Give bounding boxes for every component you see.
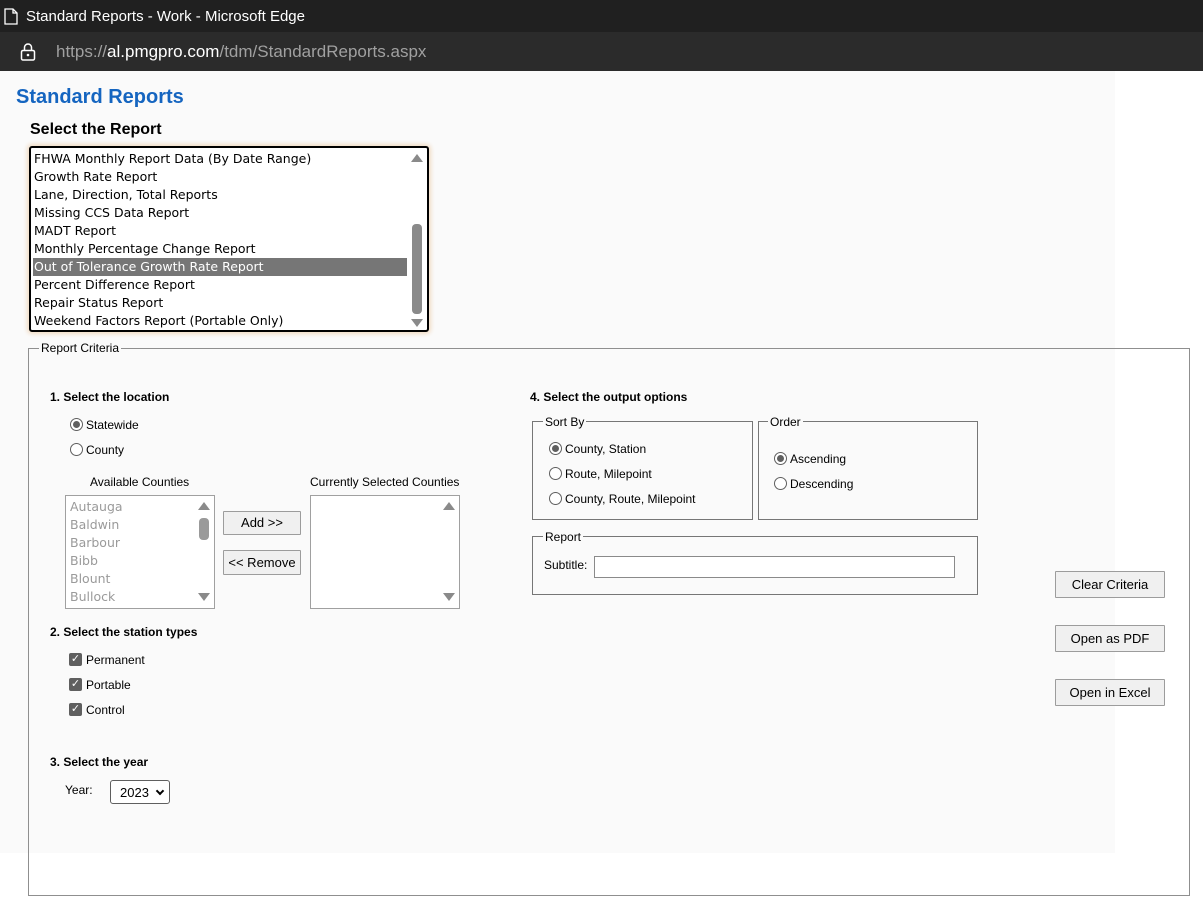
report-option[interactable]: FHWA Monthly Report Data (By Date Range) — [33, 150, 407, 168]
county-option[interactable]: Bullock — [70, 588, 115, 606]
remove-county-button[interactable]: << Remove — [223, 550, 301, 575]
select-report-label: Select the Report — [30, 121, 162, 138]
scroll-up-arrow-icon[interactable] — [198, 502, 210, 510]
selected-counties-label: Currently Selected Counties — [310, 475, 460, 489]
report-option[interactable]: Repair Status Report — [33, 294, 407, 312]
subtitle-input[interactable] — [594, 556, 955, 578]
report-option[interactable]: Out of Tolerance Growth Rate Report — [33, 258, 407, 276]
report-legend: Report — [543, 530, 584, 544]
report-option[interactable]: Growth Rate Report — [33, 168, 407, 186]
statewide-radio[interactable] — [70, 418, 83, 431]
sort-route-milepoint-radio[interactable] — [549, 467, 562, 480]
document-icon — [4, 7, 18, 25]
permanent-checkbox[interactable]: ✓ — [69, 653, 82, 666]
control-checkbox[interactable]: ✓ — [69, 703, 82, 716]
year-select[interactable]: 2023 — [110, 780, 170, 804]
report-listbox[interactable]: FHWA Monthly Report Data (By Date Range)… — [29, 146, 429, 332]
subtitle-label: Subtitle: — [544, 558, 588, 572]
county-label: County — [86, 443, 125, 457]
year-step-label: 3. Select the year — [50, 755, 149, 769]
year-select-value: 2023 — [120, 784, 149, 800]
url-path: /tdm/StandardReports.aspx — [219, 41, 427, 61]
sort-county-station-radio[interactable] — [549, 442, 562, 455]
url-host: al.pmgpro.com — [107, 41, 220, 61]
ascending-radio[interactable] — [774, 452, 787, 465]
available-counties-scrollbar[interactable] — [198, 500, 212, 604]
scroll-down-arrow-icon[interactable] — [198, 593, 210, 601]
year-label: Year: — [65, 783, 93, 797]
order-legend: Order — [768, 415, 803, 429]
report-option[interactable]: Weekend Factors Report (Portable Only) — [33, 312, 407, 330]
county-option[interactable]: Barbour — [70, 534, 120, 552]
county-option[interactable]: Bibb — [70, 552, 98, 570]
open-excel-button[interactable]: Open in Excel — [1055, 679, 1165, 706]
county-option[interactable]: Autauga — [70, 498, 123, 516]
lock-icon[interactable] — [20, 42, 36, 61]
output-step-label: 4. Select the output options — [530, 390, 688, 404]
window-titlebar: Standard Reports - Work - Microsoft Edge — [0, 0, 1203, 32]
control-label: Control — [86, 703, 125, 717]
address-bar[interactable]: https://al.pmgpro.com/tdm/StandardReport… — [0, 32, 1203, 71]
open-pdf-button[interactable]: Open as PDF — [1055, 625, 1165, 652]
report-option[interactable]: Lane, Direction, Total Reports — [33, 186, 407, 204]
county-option[interactable]: Blount — [70, 570, 110, 588]
location-step-label: 1. Select the location — [50, 390, 170, 404]
url-text[interactable]: https://al.pmgpro.com/tdm/StandardReport… — [56, 42, 426, 62]
county-option[interactable]: Baldwin — [70, 516, 119, 534]
station-types-step-label: 2. Select the station types — [50, 625, 198, 639]
portable-checkbox[interactable]: ✓ — [69, 678, 82, 691]
report-option[interactable]: Percent Difference Report — [33, 276, 407, 294]
report-criteria-legend: Report Criteria — [39, 341, 122, 355]
report-list-scrollbar[interactable] — [411, 152, 425, 328]
url-scheme: https:// — [56, 41, 108, 61]
chevron-down-icon — [155, 786, 165, 796]
scroll-thumb[interactable] — [199, 518, 209, 540]
scroll-down-arrow-icon[interactable] — [443, 593, 455, 601]
order-fieldset — [758, 421, 978, 520]
sort-county-route-milepoint-radio[interactable] — [549, 492, 562, 505]
sort-route-milepoint-label: Route, Milepoint — [565, 467, 652, 481]
ascending-label: Ascending — [790, 452, 847, 466]
sort-county-route-milepoint-label: County, Route, Milepoint — [565, 492, 696, 506]
scroll-thumb[interactable] — [412, 224, 422, 314]
page-title: Standard Reports — [16, 86, 184, 108]
window-title: Standard Reports - Work - Microsoft Edge — [26, 7, 305, 25]
sort-county-station-label: County, Station — [565, 442, 647, 456]
available-counties-listbox[interactable]: Autauga Baldwin Barbour Bibb Blount Bullock — [65, 495, 215, 609]
portable-label: Portable — [86, 678, 131, 692]
scroll-up-arrow-icon[interactable] — [411, 154, 423, 162]
add-county-button[interactable]: Add >> — [223, 511, 301, 535]
report-option[interactable]: Missing CCS Data Report — [33, 204, 407, 222]
available-counties-label: Available Counties — [90, 475, 190, 489]
scroll-up-arrow-icon[interactable] — [443, 502, 455, 510]
sort-by-legend: Sort By — [543, 415, 587, 429]
selected-counties-listbox[interactable] — [310, 495, 460, 609]
permanent-label: Permanent — [86, 653, 145, 667]
statewide-label: Statewide — [86, 418, 139, 432]
descending-label: Descending — [790, 477, 854, 491]
report-option[interactable]: Monthly Percentage Change Report — [33, 240, 407, 258]
descending-radio[interactable] — [774, 477, 787, 490]
county-radio[interactable] — [70, 443, 83, 456]
report-option[interactable]: MADT Report — [33, 222, 407, 240]
scroll-down-arrow-icon[interactable] — [411, 319, 423, 327]
selected-counties-scrollbar[interactable] — [443, 500, 457, 604]
clear-criteria-button[interactable]: Clear Criteria — [1055, 571, 1165, 598]
